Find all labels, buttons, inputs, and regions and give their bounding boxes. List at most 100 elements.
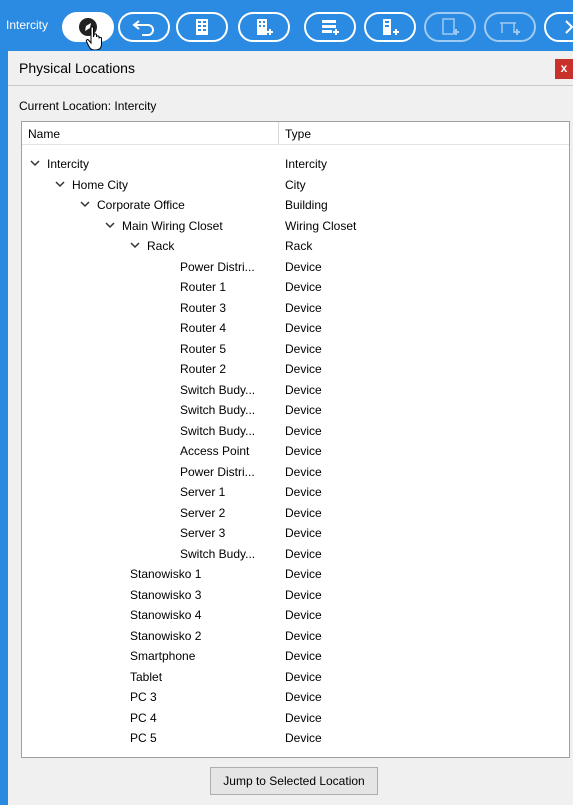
row-name: Switch Budy...: [180, 546, 256, 561]
row-type: Device: [285, 403, 322, 417]
tree-row[interactable]: Router 2 Device: [22, 360, 569, 381]
close-button[interactable]: x: [555, 59, 573, 79]
new-building-button[interactable]: [238, 12, 290, 42]
tree-row[interactable]: Power Distri... Device: [22, 258, 569, 279]
row-type: Device: [285, 628, 322, 643]
tree-row[interactable]: Intercity Intercity: [22, 155, 569, 176]
tree-row[interactable]: Home City City: [22, 176, 569, 197]
row-type: Building: [285, 198, 328, 212]
tree-row[interactable]: PC 4 Device: [22, 709, 569, 730]
tree-row[interactable]: Switch Budy... Device: [22, 422, 569, 443]
chevron-down-icon[interactable]: [30, 158, 40, 168]
row-type: Device: [285, 280, 322, 294]
row-name: Router 2: [180, 362, 227, 376]
row-type: Device: [285, 710, 322, 725]
tree-row[interactable]: Router 5 Device: [22, 340, 569, 361]
row-type: Intercity: [285, 157, 328, 171]
tree-row[interactable]: Server 3 Device: [22, 524, 569, 545]
row-name: Tablet: [130, 669, 163, 684]
row-name: Access Point: [180, 444, 250, 458]
new-shelf-button[interactable]: [424, 12, 476, 42]
building-button[interactable]: [176, 12, 228, 42]
new-building-icon: [257, 19, 273, 35]
row-type: Device: [285, 321, 322, 335]
row-type: Device: [285, 567, 322, 581]
locations-tree[interactable]: Name Type Intercity Intercity Home City Cit…: [21, 121, 570, 758]
row-name: Intercity: [47, 157, 90, 171]
tree-row[interactable]: Access Point Device: [22, 442, 569, 463]
tree-row[interactable]: Rack Rack: [22, 237, 569, 258]
row-name: Rack: [147, 239, 175, 253]
jump-to-selected-location-button[interactable]: Jump to Selected Location: [210, 767, 378, 795]
row-name: Smartphone: [130, 649, 196, 663]
row-name: Server 1: [180, 485, 226, 499]
row-type: Device: [285, 505, 322, 520]
chevron-down-icon[interactable]: [80, 199, 90, 209]
row-name: Stanowisko 1: [130, 567, 202, 581]
physical-locations-panel: Physical Locations x Current Location: I…: [8, 51, 573, 805]
tree-row[interactable]: Server 1 Device: [22, 483, 569, 504]
tree-row[interactable]: Router 1 Device: [22, 278, 569, 299]
chevron-down-icon[interactable]: [105, 220, 115, 230]
more-button[interactable]: [544, 12, 573, 42]
row-name: Switch Budy...: [180, 403, 256, 417]
tree-row[interactable]: Smartphone Device: [22, 647, 569, 668]
tree-row[interactable]: PC 5 Device: [22, 729, 569, 750]
column-header-type[interactable]: Type: [285, 127, 311, 141]
new-table-button[interactable]: [484, 12, 536, 42]
tree-row[interactable]: Switch Budy... Device: [22, 545, 569, 566]
tree-row[interactable]: Switch Budy... Device: [22, 381, 569, 402]
new-rack-icon: [322, 20, 339, 35]
tree-row[interactable]: Router 4 Device: [22, 319, 569, 340]
row-name: Stanowisko 3: [130, 587, 202, 602]
tree-row[interactable]: Power Distri... Device: [22, 463, 569, 484]
tree-row[interactable]: Switch Budy... Device: [22, 401, 569, 422]
row-type: Device: [285, 382, 322, 397]
row-name: Home City: [72, 177, 129, 192]
column-divider[interactable]: [278, 122, 279, 144]
row-type: City: [285, 177, 306, 192]
more-icon: [565, 20, 573, 34]
row-name: Power Distri...: [180, 464, 255, 479]
building-icon: [196, 19, 208, 35]
tree-row[interactable]: Tablet Device: [22, 668, 569, 689]
chevron-down-icon[interactable]: [130, 240, 140, 250]
new-rack-button[interactable]: [304, 12, 356, 42]
row-name: Stanowisko 2: [130, 628, 202, 643]
tree-row[interactable]: Stanowisko 1 Device: [22, 565, 569, 586]
toolbar-location-label: Intercity: [6, 18, 49, 32]
tree-header: Name Type: [22, 122, 569, 145]
tree-row[interactable]: Main Wiring Closet Wiring Closet: [22, 217, 569, 238]
title-divider: [8, 85, 573, 86]
row-type: Device: [285, 608, 322, 622]
tree-row[interactable]: PC 3 Device: [22, 688, 569, 709]
hand-cursor-icon: [85, 26, 102, 50]
new-closet-button[interactable]: [364, 12, 416, 42]
tree-row[interactable]: Router 3 Device: [22, 299, 569, 320]
back-button[interactable]: [118, 12, 170, 42]
chevron-down-icon[interactable]: [55, 179, 65, 189]
row-name: Server 2: [180, 505, 226, 520]
column-header-name[interactable]: Name: [28, 127, 60, 141]
tree-row[interactable]: Corporate Office Building: [22, 196, 569, 217]
row-name: Main Wiring Closet: [122, 218, 223, 233]
row-name: Server 3: [180, 526, 226, 540]
tree-row[interactable]: Stanowisko 3 Device: [22, 586, 569, 607]
new-shelf-icon: [442, 18, 459, 35]
row-type: Device: [285, 587, 322, 602]
row-type: Device: [285, 669, 322, 684]
row-type: Device: [285, 423, 322, 438]
row-type: Device: [285, 731, 322, 745]
tree-row[interactable]: Server 2 Device: [22, 504, 569, 525]
row-type: Device: [285, 341, 322, 356]
tree-row[interactable]: Stanowisko 4 Device: [22, 606, 569, 627]
row-type: Device: [285, 362, 322, 376]
row-name: PC 3: [130, 690, 157, 704]
row-name: Corporate Office: [97, 198, 185, 212]
tree-row[interactable]: Stanowisko 2 Device: [22, 627, 569, 648]
row-name: PC 4: [130, 710, 157, 725]
back-icon: [132, 20, 154, 36]
navigation-toolbar: Intercity: [0, 0, 573, 50]
row-type: Rack: [285, 239, 313, 253]
row-name: Router 1: [180, 280, 227, 294]
